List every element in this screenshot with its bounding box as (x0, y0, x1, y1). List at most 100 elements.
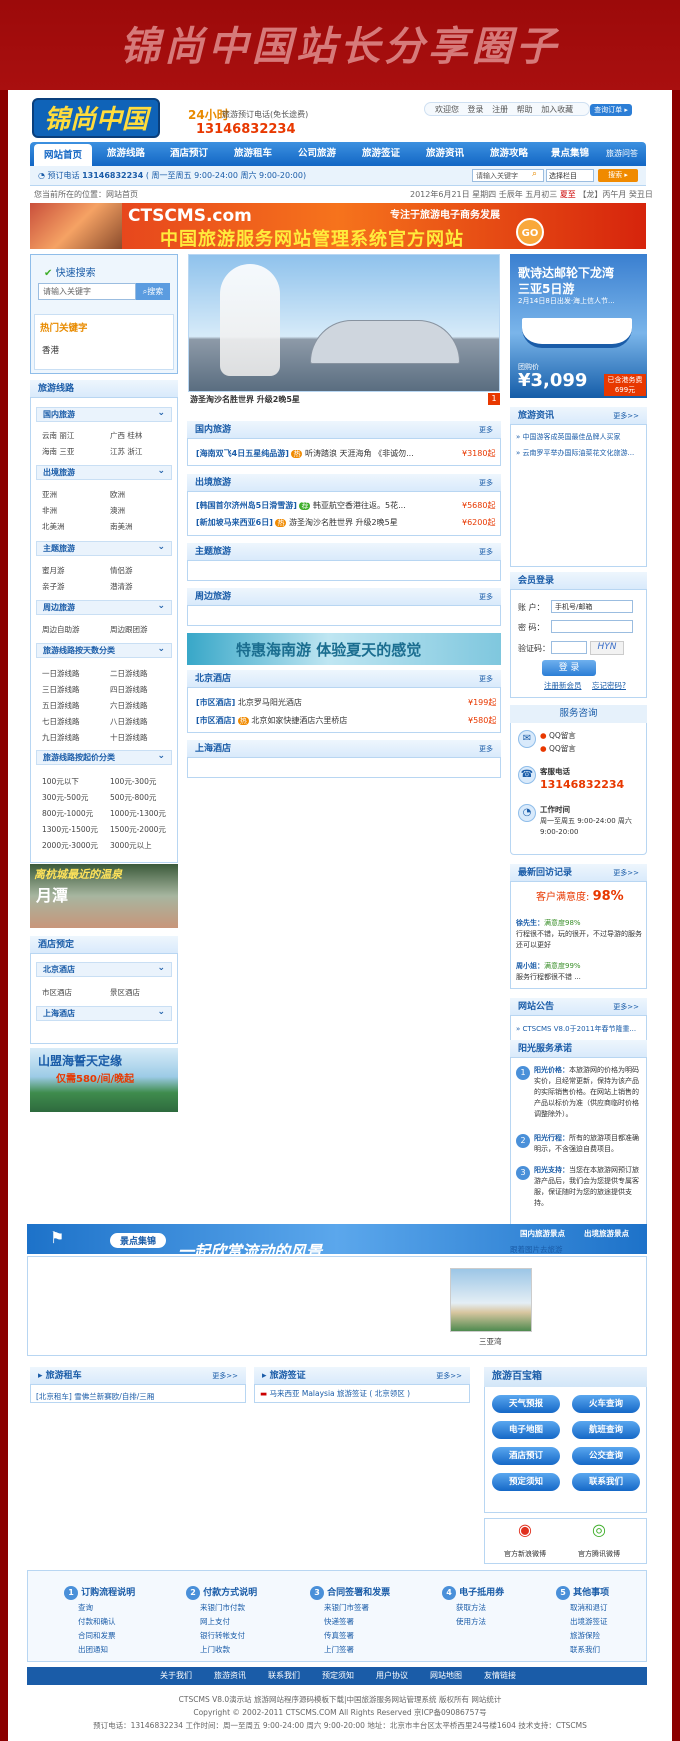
more-link[interactable]: 更多 (479, 670, 493, 688)
category-select[interactable]: 选择栏目 (546, 169, 594, 182)
search-icon[interactable]: ⌕ (532, 169, 537, 179)
route-link[interactable]: 四日游线路 (110, 684, 148, 695)
register-link[interactable]: 注册 (492, 105, 508, 114)
route-link[interactable]: 情侣游 (110, 565, 133, 576)
group-theme[interactable]: 主题旅游 (36, 540, 172, 556)
route-link[interactable]: 300元-500元 (42, 792, 88, 803)
hotel-item[interactable]: [市区酒店] 北京罗马阳光酒店 (196, 697, 302, 708)
sina-weibo-icon[interactable]: ◉ (518, 1520, 532, 1539)
site-logo[interactable]: 锦尚中国 (32, 98, 160, 138)
group-domestic[interactable]: 国内旅游 (36, 406, 172, 422)
footer-link[interactable]: 出团通知 (78, 1644, 135, 1655)
footer-link[interactable]: 传真签署 (324, 1630, 390, 1641)
nav-car-rental[interactable]: 旅游租车 (222, 142, 284, 166)
route-link[interactable]: 周边跟团游 (110, 624, 148, 635)
favorite-link[interactable]: 加入收藏 (541, 105, 573, 114)
group-outbound[interactable]: 出境旅游 (36, 464, 172, 480)
login-button[interactable]: 登 录 (542, 660, 596, 676)
top-search-button[interactable]: 搜索 ▸ (598, 169, 638, 182)
route-link[interactable]: 3000元以上 (110, 840, 152, 851)
route-link[interactable]: 亲子游 (42, 581, 65, 592)
footer-link[interactable]: 银行转帐支付 (200, 1630, 257, 1641)
route-link[interactable]: 800元-1000元 (42, 808, 93, 819)
nav-visa[interactable]: 旅游签证 (350, 142, 412, 166)
password-input[interactable] (551, 620, 633, 633)
nav-guides[interactable]: 旅游攻略 (478, 142, 540, 166)
forgot-password-link[interactable]: 忘记密码? (592, 680, 626, 691)
route-link[interactable]: 云南 丽江 (42, 430, 74, 441)
hotel-item[interactable]: [市区酒店] 热 北京如家快捷酒店六里桥店 (196, 715, 347, 726)
news-item[interactable]: » 中国游客成英国最佳品牌人买家 (516, 432, 621, 442)
booking-notice-button[interactable]: 预定须知 (492, 1473, 560, 1491)
footer-link[interactable]: 旅游保险 (570, 1630, 609, 1641)
qq-message-link[interactable]: ● QQ留言 (540, 743, 576, 754)
scenic-photo[interactable] (450, 1268, 532, 1332)
nav-company-travel[interactable]: 公司旅游 (286, 142, 348, 166)
outbound-route-item[interactable]: [韩国首尔济州岛5日滑雪游] 荐 韩亚航空香港往返。5花... (196, 500, 496, 511)
route-link[interactable]: 二日游线路 (110, 668, 148, 679)
route-link[interactable]: 北美洲 (42, 521, 65, 532)
footer-link[interactable]: 来银门市签署 (324, 1602, 390, 1613)
scenic-tab-domestic[interactable]: 国内旅游景点 (520, 1228, 565, 1239)
account-input[interactable]: 手机号/邮箱 (551, 600, 633, 613)
help-link[interactable]: 帮助 (517, 105, 533, 114)
footer-link[interactable]: 快递签署 (324, 1616, 390, 1627)
route-link[interactable]: 500元-800元 (110, 792, 156, 803)
more-link[interactable]: 更多>> (613, 864, 639, 882)
footer-link[interactable]: 上门签署 (324, 1644, 390, 1655)
route-link[interactable]: 100元以下 (42, 776, 79, 787)
slide-indicator[interactable]: 1 (488, 393, 500, 405)
tencent-weibo-icon[interactable]: ◎ (592, 1520, 606, 1539)
captcha-input[interactable] (551, 641, 587, 654)
more-link[interactable]: 更多>> (613, 407, 639, 425)
hotel-link[interactable]: 市区酒店 (42, 987, 72, 998)
flight-button[interactable]: 航班查询 (572, 1421, 640, 1439)
visa-item[interactable]: ▬ 马来西亚 Malaysia 旅游签证 ( 北京领区 ) (260, 1388, 410, 1399)
footer-link[interactable]: 获取方法 (456, 1602, 504, 1613)
group-shanghai-hotels[interactable]: 上海酒店 (36, 1005, 172, 1021)
more-link[interactable]: 更多>> (212, 1367, 238, 1385)
car-rental-item[interactable]: [北京租车] 雪佛兰新赛欧/自排/三厢 (36, 1391, 154, 1402)
footer-nav-agreement[interactable]: 用户协议 (376, 1670, 408, 1681)
map-button[interactable]: 电子地图 (492, 1421, 560, 1439)
qq-message-link[interactable]: ● QQ留言 (540, 730, 576, 741)
footer-nav-news[interactable]: 旅游资讯 (214, 1670, 246, 1681)
route-link[interactable]: 六日游线路 (110, 700, 148, 711)
group-by-days[interactable]: 旅游线路按天数分类 (36, 642, 172, 658)
footer-nav-about[interactable]: 关于我们 (160, 1670, 192, 1681)
group-beijing-hotels[interactable]: 北京酒店 (36, 961, 172, 977)
tencent-weibo-link[interactable]: 官方腾讯微博 (578, 1549, 620, 1559)
footer-link[interactable]: 上门收款 (200, 1644, 257, 1655)
hotel-button[interactable]: 酒店预订 (492, 1447, 560, 1465)
nav-hotels[interactable]: 酒店预订 (158, 142, 220, 166)
route-link[interactable]: 七日游线路 (42, 716, 80, 727)
route-link[interactable]: 三日游线路 (42, 684, 80, 695)
register-member-link[interactable]: 注册新会员 (544, 680, 582, 691)
footer-link[interactable]: 合同和发票 (78, 1630, 135, 1641)
hotel-link[interactable]: 景区酒店 (110, 987, 140, 998)
nav-routes[interactable]: 旅游线路 (96, 142, 156, 166)
train-button[interactable]: 火车查询 (572, 1395, 640, 1413)
more-link[interactable]: 更多>> (613, 998, 639, 1016)
scenic-tab-outbound[interactable]: 出境旅游景点 (584, 1228, 629, 1239)
bus-button[interactable]: 公交查询 (572, 1447, 640, 1465)
more-link[interactable]: 更多 (479, 474, 493, 492)
outbound-route-item[interactable]: [新加坡马来西亚6日] 热 游圣淘沙名胜世界 升级2晚5星 (196, 517, 496, 528)
group-nearby[interactable]: 周边旅游 (36, 599, 172, 615)
domestic-route-item[interactable]: [海南双飞4日五星纯品游] 热 听涛踏浪 天涯海角 《非诚勿... (196, 448, 496, 459)
route-link[interactable]: 十日游线路 (110, 732, 148, 743)
more-link[interactable]: 更多 (479, 740, 493, 758)
route-link[interactable]: 南美洲 (110, 521, 133, 532)
group-by-price[interactable]: 旅游线路按起价分类 (36, 749, 172, 765)
nav-news[interactable]: 旅游资讯 (414, 142, 476, 166)
route-link[interactable]: 江苏 浙江 (110, 446, 142, 457)
quick-search-input[interactable]: 请输入关键字 (38, 283, 136, 300)
quick-search-button[interactable]: ⌕搜索 (136, 283, 170, 300)
route-link[interactable]: 1000元-1300元 (110, 808, 166, 819)
route-link[interactable]: 潜清游 (110, 581, 133, 592)
route-link[interactable]: 亚洲 (42, 489, 57, 500)
footer-link[interactable]: 付款和确认 (78, 1616, 135, 1627)
route-link[interactable]: 100元-300元 (110, 776, 156, 787)
footer-link[interactable]: 取消和退订 (570, 1602, 609, 1613)
route-link[interactable]: 1500元-2000元 (110, 824, 166, 835)
